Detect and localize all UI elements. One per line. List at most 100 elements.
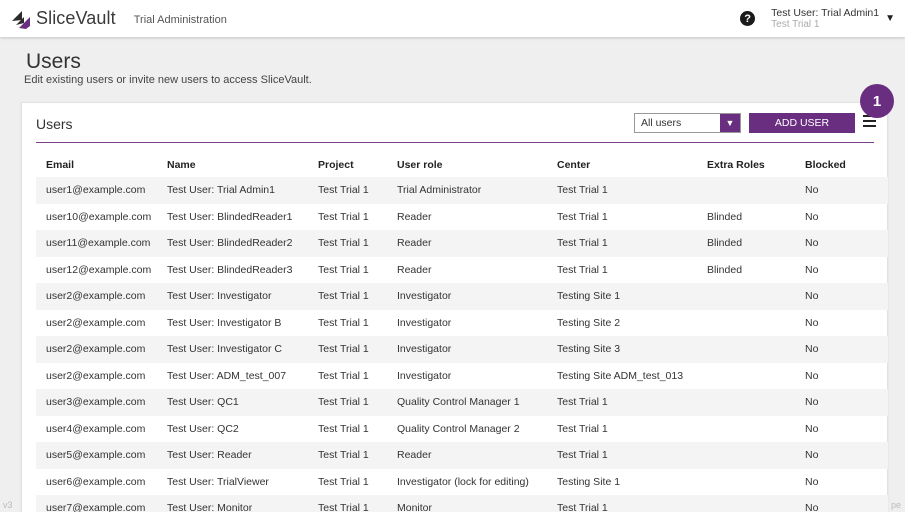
card-divider	[36, 142, 874, 143]
cell-email: user6@example.com	[46, 475, 146, 488]
column-header-email[interactable]: Email	[36, 159, 167, 171]
column-header-blocked[interactable]: Blocked	[805, 159, 888, 171]
cell-email: user7@example.com	[46, 502, 146, 512]
table-row[interactable]: user2@example.com Test User: ADM_test_007…	[36, 363, 888, 390]
cell-user-role: Investigator (lock for editing)	[397, 475, 529, 488]
cell-email: user2@example.com	[46, 316, 146, 329]
question-circle-icon[interactable]: ?	[740, 11, 756, 26]
column-header-center[interactable]: Center	[557, 159, 707, 171]
cell-user-role: Investigator	[397, 290, 452, 303]
cell-email: user12@example.com	[46, 263, 152, 276]
app-logo[interactable]: SliceVault	[10, 8, 116, 30]
slicevault-logo-icon	[12, 10, 30, 29]
step-badge: 1	[860, 84, 894, 118]
cell-email: user3@example.com	[46, 396, 146, 409]
cell-blocked: No	[805, 316, 819, 329]
cell-blocked: No	[805, 237, 819, 250]
cell-project: Test Trial 1	[318, 263, 369, 276]
cell-user-role: Investigator	[397, 343, 452, 356]
cell-project: Test Trial 1	[318, 475, 369, 488]
users-card: Users All users ▼ ADD USER Email Name Pr…	[21, 102, 888, 512]
cell-user-role: Reader	[397, 237, 432, 250]
table-row[interactable]: user2@example.com Test User: Investigator…	[36, 310, 888, 337]
user-filter-value: All users	[641, 117, 682, 129]
cell-blocked: No	[805, 210, 819, 223]
table-row[interactable]: user6@example.com Test User: TrialViewer T…	[36, 469, 888, 496]
table-row[interactable]: user1@example.com Test User: Trial Admin1…	[36, 177, 888, 204]
user-menu[interactable]: Test User: Trial Admin1 Test Trial 1	[771, 7, 879, 31]
table-row[interactable]: user11@example.com Test User: BlindedRead…	[36, 230, 888, 257]
table-row[interactable]: user3@example.com Test User: QC1 Test Tria…	[36, 389, 888, 416]
cell-project: Test Trial 1	[318, 422, 369, 435]
caret-down-icon[interactable]: ▼	[885, 13, 895, 24]
cell-email: user5@example.com	[46, 449, 146, 462]
user-filter-select[interactable]: All users ▼	[634, 113, 741, 133]
cell-user-role: Trial Administrator	[397, 184, 482, 197]
table-row[interactable]: user5@example.com Test User: Reader Test T…	[36, 442, 888, 469]
cell-name: Test User: Investigator B	[167, 316, 282, 329]
cell-project: Test Trial 1	[318, 502, 369, 512]
corner-text-right: pe	[891, 500, 902, 510]
page-title: Users	[26, 50, 81, 73]
cell-project: Test Trial 1	[318, 369, 369, 382]
cell-name: Test User: TrialViewer	[167, 475, 269, 488]
cell-center: Test Trial 1	[557, 422, 608, 435]
cell-email: user4@example.com	[46, 422, 146, 435]
cell-user-role: Reader	[397, 449, 432, 462]
table-row[interactable]: user7@example.com Test User: Monitor Test …	[36, 495, 888, 512]
cell-blocked: No	[805, 343, 819, 356]
cell-blocked: No	[805, 290, 819, 303]
cell-center: Testing Site 2	[557, 316, 621, 329]
cell-user-role: Quality Control Manager 2	[397, 422, 520, 435]
cell-blocked: No	[805, 263, 819, 276]
cell-center: Test Trial 1	[557, 210, 608, 223]
table-row[interactable]: user4@example.com Test User: QC2 Test Tria…	[36, 416, 888, 443]
cell-center: Test Trial 1	[557, 184, 608, 197]
cell-email: user2@example.com	[46, 290, 146, 303]
app-name: SliceVault	[36, 8, 116, 28]
column-header-name[interactable]: Name	[167, 159, 318, 171]
table-row[interactable]: user2@example.com Test User: Investigator…	[36, 283, 888, 310]
page-subtitle: Edit existing users or invite new users …	[24, 74, 312, 86]
table-row[interactable]: user2@example.com Test User: Investigator…	[36, 336, 888, 363]
corner-text-left: v3	[3, 500, 13, 510]
cell-blocked: No	[805, 184, 819, 197]
add-user-button[interactable]: ADD USER	[749, 113, 855, 133]
cell-project: Test Trial 1	[318, 184, 369, 197]
top-bar: SliceVault Trial Administration ? Test U…	[0, 0, 905, 37]
cell-project: Test Trial 1	[318, 396, 369, 409]
cell-name: Test User: QC2	[167, 422, 239, 435]
cell-name: Test User: QC1	[167, 396, 239, 409]
cell-center: Testing Site 1	[557, 475, 621, 488]
cell-center: Test Trial 1	[557, 502, 608, 512]
column-header-project[interactable]: Project	[318, 159, 397, 171]
cell-email: user11@example.com	[46, 237, 151, 250]
table-row[interactable]: user12@example.com Test User: BlindedRead…	[36, 257, 888, 284]
cell-extra-roles: Blinded	[707, 237, 743, 250]
table-header-row: Email Name Project User role Center Extr…	[36, 153, 888, 177]
cell-center: Test Trial 1	[557, 263, 608, 276]
cell-center: Testing Site 1	[557, 290, 621, 303]
top-right-controls: ? Test User: Trial Admin1 Test Trial 1 ▼	[740, 0, 895, 37]
cell-blocked: No	[805, 369, 819, 382]
cell-name: Test User: BlindedReader3	[167, 263, 293, 276]
cell-user-role: Quality Control Manager 1	[397, 396, 520, 409]
table-row[interactable]: user10@example.com Test User: BlindedRead…	[36, 204, 888, 231]
cell-project: Test Trial 1	[318, 343, 369, 356]
cell-blocked: No	[805, 502, 819, 512]
card-title: Users	[36, 116, 73, 132]
cell-blocked: No	[805, 475, 819, 488]
cell-email: user10@example.com	[46, 210, 152, 223]
cell-name: Test User: Monitor	[167, 502, 253, 512]
cell-name: Test User: ADM_test_007	[167, 369, 287, 382]
cell-project: Test Trial 1	[318, 210, 369, 223]
column-header-user-role[interactable]: User role	[397, 159, 557, 171]
triangle-down-icon[interactable]: ▼	[720, 114, 740, 132]
cell-email: user2@example.com	[46, 369, 146, 382]
section-title[interactable]: Trial Administration	[134, 14, 227, 26]
cell-center: Testing Site 3	[557, 343, 621, 356]
cell-center: Test Trial 1	[557, 449, 608, 462]
user-trial: Test Trial 1	[771, 18, 820, 30]
column-header-extra-roles[interactable]: Extra Roles	[707, 159, 805, 171]
cell-blocked: No	[805, 422, 819, 435]
